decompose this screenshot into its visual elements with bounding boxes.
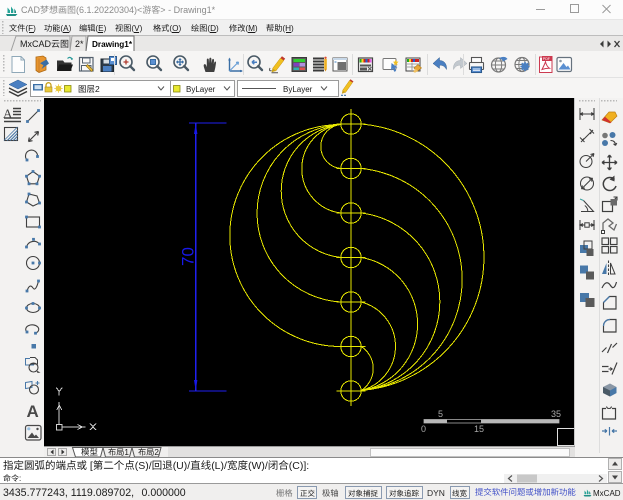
svg-text:DYN: DYN xyxy=(427,488,445,498)
svg-text:(S)/: (S)/ xyxy=(135,460,152,472)
svg-text:PDF: PDF xyxy=(543,57,551,61)
svg-text:2: 2 xyxy=(95,84,100,94)
svg-text:CAD: CAD xyxy=(21,5,41,15)
svg-text:A: A xyxy=(27,402,39,420)
svg-text::: : xyxy=(19,474,21,483)
svg-text:ByLayer: ByLayer xyxy=(283,85,313,94)
svg-text:0.000000: 0.000000 xyxy=(142,487,186,499)
svg-text:-: - xyxy=(168,5,171,15)
svg-text:(W)/: (W)/ xyxy=(248,460,268,472)
svg-text:0: 0 xyxy=(421,424,426,434)
svg-text:15: 15 xyxy=(474,424,484,434)
svg-text:2*: 2* xyxy=(75,39,84,49)
svg-text:3435.777243,: 3435.777243, xyxy=(3,487,68,499)
svg-text:35: 35 xyxy=(551,409,561,419)
svg-text:ByLayer: ByLayer xyxy=(186,85,216,94)
svg-text:(C)]:: (C)]: xyxy=(289,460,309,472)
svg-text:[: [ xyxy=(90,460,93,472)
svg-text:MxCAD: MxCAD xyxy=(593,489,621,498)
svg-text:MxCAD: MxCAD xyxy=(20,39,51,49)
svg-text:(L)/: (L)/ xyxy=(211,460,227,472)
svg-text:>: > xyxy=(160,5,165,15)
svg-text:70: 70 xyxy=(179,247,198,266)
svg-text:1119.089702,: 1119.089702, xyxy=(71,487,134,499)
svg-text:(6.1.20220304)<: (6.1.20220304)< xyxy=(76,5,142,15)
svg-text:Drawing1*: Drawing1* xyxy=(174,5,216,15)
svg-text:5: 5 xyxy=(438,409,443,419)
svg-text:Drawing1*: Drawing1* xyxy=(92,40,133,49)
svg-text:(U)/: (U)/ xyxy=(173,460,191,472)
